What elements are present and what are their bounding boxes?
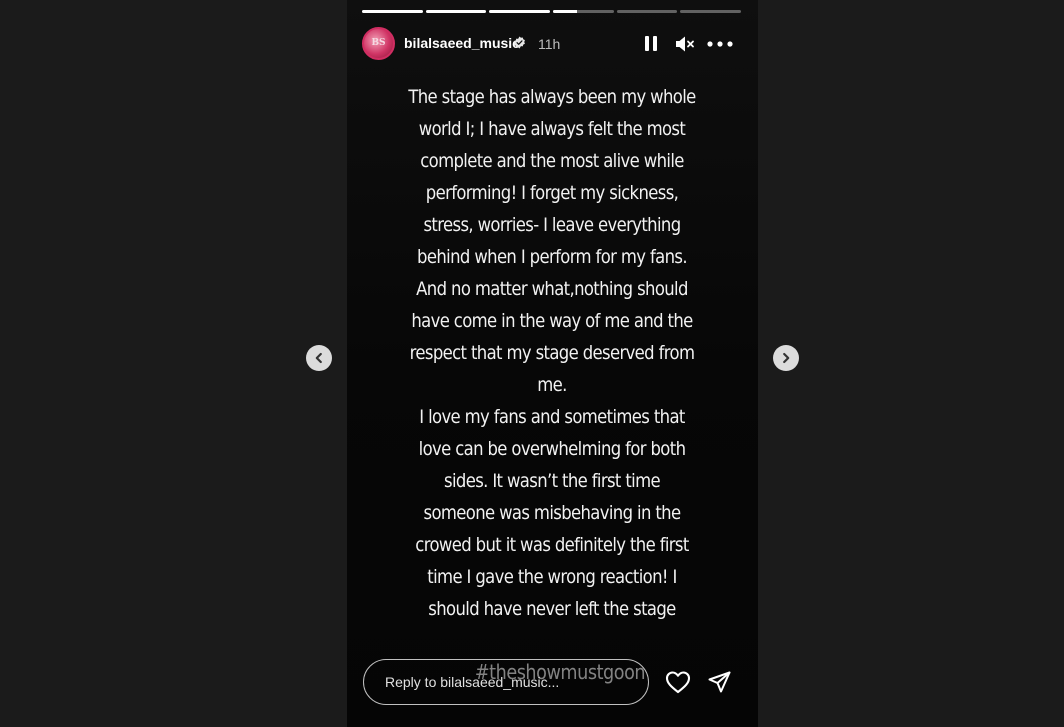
progress-segment xyxy=(553,10,614,13)
progress-segment xyxy=(425,10,487,13)
story-viewer: BS bilalsaeed_music 11h The stage has al… xyxy=(347,0,758,727)
story-text-line: world I; I have always felt the most xyxy=(418,119,686,140)
story-text-line: behind when I perform for my fans. xyxy=(417,247,688,268)
story-text: The stage has always been my whole world … xyxy=(399,82,705,626)
story-text-line: respect that my stage deserved from xyxy=(409,343,695,364)
pause-icon[interactable] xyxy=(645,36,657,51)
previous-story-button[interactable] xyxy=(306,345,332,371)
story-text-line: crowed but it was definitely the first xyxy=(415,535,689,556)
story-progress-bar xyxy=(362,10,742,13)
progress-fill xyxy=(425,10,487,13)
avatar[interactable]: BS xyxy=(362,27,395,60)
progress-fill xyxy=(362,10,423,13)
progress-fill xyxy=(553,10,578,13)
story-text-line: time I gave the wrong reaction! I xyxy=(427,567,677,588)
story-text-line: love can be overwhelming for both xyxy=(418,439,686,460)
story-text-line: The stage has always been my whole xyxy=(408,87,696,108)
progress-segment xyxy=(616,10,678,13)
progress-fill xyxy=(489,10,551,13)
story-text-line: complete and the most alive while xyxy=(420,151,684,172)
avatar-text: BS xyxy=(371,38,386,48)
story-text-line: should have never left the stage xyxy=(428,599,676,620)
heart-icon[interactable] xyxy=(665,670,691,694)
progress-segment xyxy=(489,10,551,13)
story-text-line: sides. It wasn’t the first time xyxy=(444,471,661,492)
reply-placeholder: Reply to bilalsaeed_music... xyxy=(385,674,560,690)
post-time: 11h xyxy=(538,36,561,52)
story-text-line: stress, worries- I leave everything xyxy=(423,215,681,236)
mute-icon[interactable] xyxy=(675,35,695,53)
story-header: BS bilalsaeed_music 11h xyxy=(362,25,743,61)
username[interactable]: bilalsaeed_music xyxy=(404,35,520,51)
story-text-line: I love my fans and sometimes that xyxy=(419,407,685,428)
story-text-line: And no matter what,nothing should xyxy=(416,279,688,300)
more-options-icon[interactable] xyxy=(707,41,733,47)
story-text-line: me. xyxy=(537,375,567,396)
story-text-line: performing! I forget my sickness, xyxy=(425,183,679,204)
chevron-right-icon xyxy=(783,352,790,364)
next-story-button[interactable] xyxy=(773,345,799,371)
progress-segment xyxy=(362,10,423,13)
send-icon[interactable] xyxy=(707,670,732,694)
progress-segment xyxy=(680,10,742,13)
story-text-line: have come in the way of me and the xyxy=(411,311,693,332)
verified-badge-icon xyxy=(514,36,525,49)
chevron-left-icon xyxy=(315,352,322,364)
reply-input[interactable]: Reply to bilalsaeed_music... xyxy=(363,659,649,705)
story-text-line: someone was misbehaving in the xyxy=(423,503,682,524)
